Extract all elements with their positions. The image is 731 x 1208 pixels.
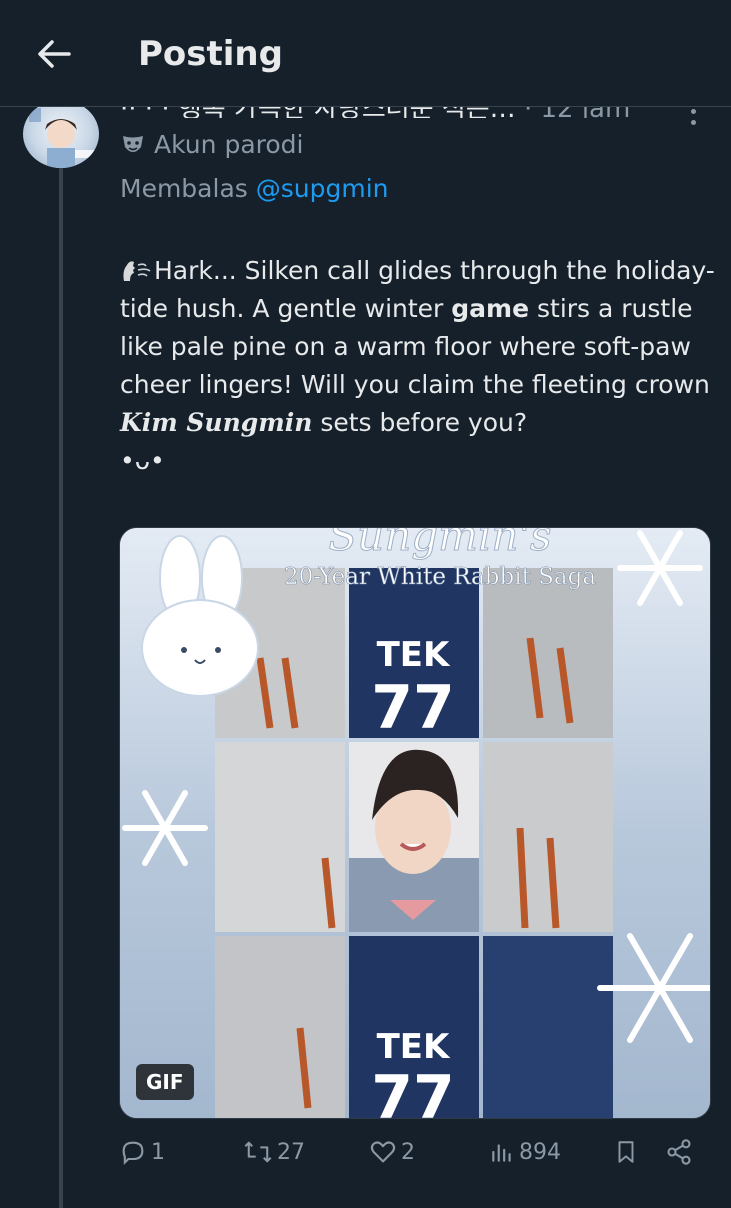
parody-label: Akun parodi [120, 130, 303, 159]
like-count: 2 [401, 1139, 415, 1165]
thread-line [59, 168, 63, 1208]
theater-masks-icon [123, 135, 143, 152]
post-actions: 1 27 2 894 [119, 1130, 719, 1174]
post-text-serif: Kim Sungmin [120, 408, 313, 437]
back-button[interactable] [32, 32, 76, 76]
post-text: Hark... Silken call glides through the h… [120, 252, 720, 480]
gif-badge: GIF [136, 1064, 194, 1100]
share-button[interactable] [665, 1130, 693, 1174]
avatar[interactable] [23, 100, 99, 168]
repost-count: 27 [277, 1139, 305, 1165]
like-button[interactable]: 2 [369, 1130, 415, 1174]
repost-button[interactable]: 27 [243, 1130, 305, 1174]
replying-to: Membalas @supgmin [120, 174, 389, 203]
post-text-bold: game [451, 294, 530, 323]
jersey-text-top: TEK [377, 635, 451, 675]
share-icon [667, 1139, 691, 1165]
repost-icon [244, 1141, 272, 1163]
post-text-emote: •ᴗ• [120, 446, 165, 475]
bar-chart-icon [492, 1144, 511, 1162]
post-media-gif[interactable]: TEK 77 TEK 77 Sungmin's 20-Year White Ra… [119, 527, 711, 1119]
jersey-number-bottom: 77 [371, 1063, 455, 1118]
jersey-number-top: 77 [371, 673, 455, 743]
views-button[interactable]: 894 [489, 1130, 561, 1174]
reply-icon [122, 1141, 144, 1166]
overlay-subtitle: 20-Year White Rabbit Saga [284, 564, 596, 590]
top-bar: Posting [0, 0, 731, 107]
reply-handle-link[interactable]: @supgmin [256, 174, 389, 203]
page-title: Posting [138, 34, 283, 74]
reply-button[interactable]: 1 [119, 1130, 165, 1174]
view-count: 894 [519, 1139, 561, 1165]
jersey-text-bottom: TEK [377, 1027, 451, 1067]
parody-label-text: Akun parodi [154, 130, 304, 159]
profile-wind-icon [123, 261, 151, 281]
arrow-left-icon [38, 40, 71, 68]
bookmark-icon [618, 1141, 634, 1163]
replying-to-prefix: Membalas [120, 174, 256, 203]
reply-count: 1 [151, 1139, 165, 1165]
overlay-title: Sungmin's [328, 528, 551, 560]
media-artwork: TEK 77 TEK 77 Sungmin's 20-Year White Ra… [120, 528, 710, 1118]
post-text-part-3: sets before you? [312, 408, 528, 437]
heart-icon [370, 1141, 396, 1163]
bookmark-button[interactable] [613, 1130, 639, 1174]
